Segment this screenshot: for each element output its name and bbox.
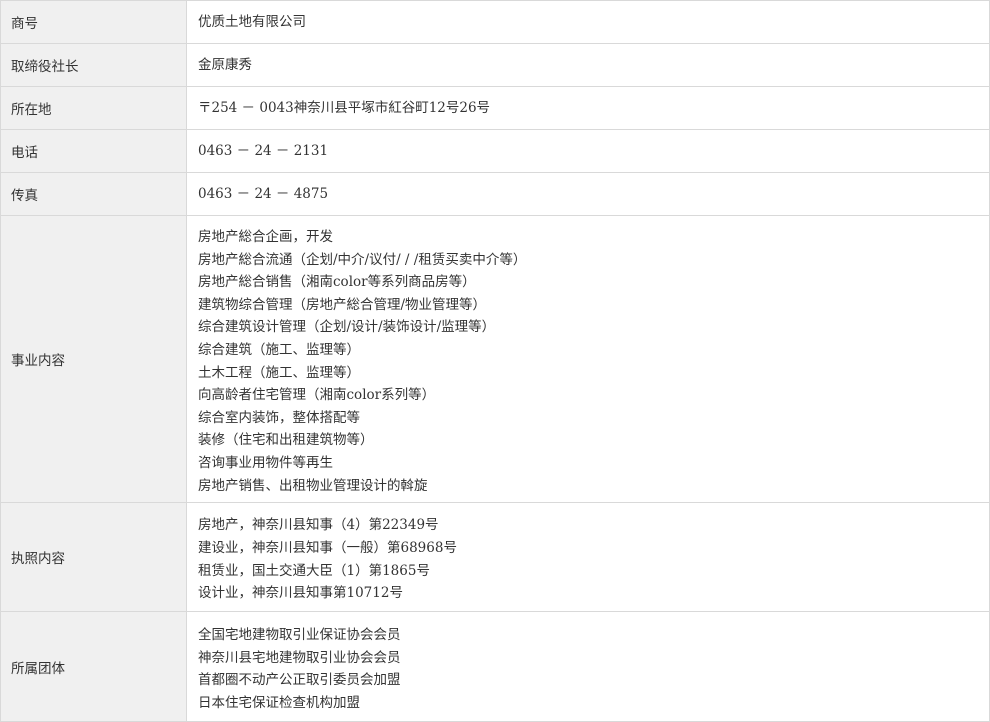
phone-value: 0463 － 24 － 2131 (186, 129, 990, 173)
trade-name-value: 优质土地有限公司 (186, 0, 990, 44)
row-address: 所在地 〒254 － 0043神奈川县平塚市紅谷町12号26号 (0, 86, 990, 130)
business-content-line: 房地产総合销售（湘南color等系列商品房等） (198, 274, 476, 291)
president-value: 金原康秀 (186, 43, 990, 87)
phone-line: 0463 － 24 － 2131 (198, 142, 329, 159)
license-content-line: 设计业，神奈川县知事第10712号 (198, 585, 403, 602)
business-content-line: 房地产総合企画，开发 (198, 229, 333, 245)
license-content-label: 执照内容 (0, 502, 187, 613)
business-content-label: 事业内容 (0, 214, 187, 504)
row-fax: 传真 0463 － 24 － 4875 (0, 172, 990, 216)
affiliated-groups-line: 神奈川县宅地建物取引业协会会员 (198, 649, 401, 666)
fax-line: 0463 － 24 － 4875 (198, 185, 329, 202)
trade-name-line: 优质土地有限公司 (198, 13, 306, 30)
business-content-line: 综合建筑（施工、监理等） (198, 341, 360, 358)
license-content-line: 建设业，神奈川县知事（一般）第68968号 (198, 540, 457, 557)
affiliated-groups-label: 所属团体 (0, 611, 187, 722)
business-content-line: 房地产総合流通（企划/中介/议付/ / /租赁买卖中介等） (198, 251, 527, 268)
phone-label: 电话 (0, 129, 187, 173)
president-line: 金原康秀 (198, 56, 252, 73)
address-label: 所在地 (0, 86, 187, 130)
business-content-line: 建筑物综合管理（房地产総合管理/物业管理等） (198, 296, 487, 313)
row-affiliated-groups: 所属团体 全国宅地建物取引业保证协会会员 神奈川县宅地建物取引业协会会员 首都圈不动产… (0, 611, 990, 722)
address-line: 〒254 － 0043神奈川县平塚市紅谷町12号26号 (198, 99, 491, 116)
company-info-body: 商号 优质土地有限公司 取缔役社长 金原康秀 所在地 〒254 － 0043神奈川县平塚市… (0, 0, 990, 722)
license-content-value: 房地产，神奈川县知事（4）第22349号建设业，神奈川县知事（一般）第68968… (186, 502, 990, 613)
business-content-value: 房地产総合企画，开发房地产総合流通（企划/中介/议付/ / /租赁买卖中介等） 房… (186, 214, 990, 504)
business-content-line: 装修（住宅和出租建筑物等） (198, 432, 374, 449)
fax-value: 0463 － 24 － 4875 (186, 172, 990, 216)
affiliated-groups-value: 全国宅地建物取引业保证协会会员 神奈川县宅地建物取引业协会会员 首都圈不动产公正取引… (186, 611, 990, 722)
business-content-line: 房地产销售、出租物业管理设计的斡旋 (198, 477, 428, 494)
fax-label: 传真 (0, 172, 187, 216)
business-content-line: 土木工程（施工、监理等） (198, 364, 360, 381)
business-content-line: 向高龄者住宅管理（湘南color系列等） (198, 387, 436, 404)
president-label: 取缔役社长 (0, 43, 187, 87)
row-phone: 电话 0463 － 24 － 2131 (0, 129, 990, 173)
row-business-content: 事业内容 房地产総合企画，开发房地产総合流通（企划/中介/议付/ / /租赁买卖中… (0, 214, 990, 504)
business-content-line: 综合室内装饰，整体搭配等 (198, 409, 360, 426)
row-trade-name: 商号 优质土地有限公司 (0, 0, 990, 44)
row-license-content: 执照内容 房地产，神奈川县知事（4）第22349号建设业，神奈川县知事（一般）第6… (0, 502, 990, 613)
business-content-line: 咨询事业用物件等再生 (198, 454, 333, 471)
address-value: 〒254 － 0043神奈川县平塚市紅谷町12号26号 (186, 86, 990, 130)
affiliated-groups-line: 日本住宅保证检查机构加盟 (198, 694, 360, 711)
trade-name-label: 商号 (0, 0, 187, 44)
license-content-line: 房地产，神奈川县知事（4）第22349号 (198, 517, 439, 534)
license-content-line: 租赁业，国土交通大臣（1）第1865号 (198, 562, 430, 579)
affiliated-groups-line: 首都圈不动产公正取引委员会加盟 (198, 672, 401, 689)
business-content-line: 综合建筑设计管理（企划/设计/装饰设计/监理等） (198, 319, 496, 336)
row-president: 取缔役社长 金原康秀 (0, 43, 990, 87)
company-info-table: 商号 优质土地有限公司 取缔役社长 金原康秀 所在地 〒254 － 0043神奈川县平塚市… (0, 0, 990, 722)
affiliated-groups-line: 全国宅地建物取引业保证协会会员 (198, 626, 401, 643)
